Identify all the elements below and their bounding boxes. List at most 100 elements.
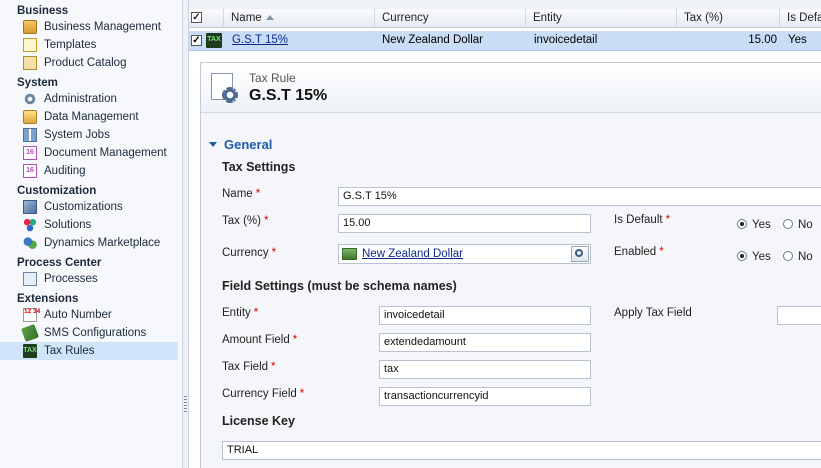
tax-settings-heading: Tax Settings — [222, 160, 296, 174]
column-header-label: Name — [231, 12, 262, 24]
solutions-icon — [23, 218, 37, 232]
sidebar-item-customizations[interactable]: Customizations — [0, 198, 182, 216]
sidebar-item-administration[interactable]: Administration — [0, 90, 182, 108]
currency-lookup[interactable]: New Zealand Dollar — [338, 244, 591, 264]
customizations-icon — [23, 200, 37, 214]
sidebar-item-document-management[interactable]: 16 Document Management — [0, 144, 182, 162]
sidebar-item-label: Processes — [44, 273, 98, 285]
sidebar-item-label: System Jobs — [44, 129, 110, 141]
select-all-column[interactable]: ✓ — [189, 9, 224, 28]
required-mark: * — [271, 361, 276, 373]
tax-field[interactable]: tax — [379, 360, 591, 379]
sidebar-item-business-management[interactable]: Business Management — [0, 18, 182, 36]
product-catalog-icon — [23, 56, 37, 70]
select-all-checkbox[interactable]: ✓ — [191, 12, 202, 23]
record-title: G.S.T 15% — [249, 87, 328, 104]
sidebar-item-label: Templates — [44, 39, 97, 51]
license-key-heading: License Key — [222, 414, 295, 428]
data-management-icon — [23, 110, 37, 124]
record-form: Tax Rule G.S.T 15% General Tax Settings … — [200, 62, 821, 468]
column-header-name[interactable]: Name — [224, 9, 375, 28]
column-header-label: Tax (%) — [684, 12, 723, 24]
tax-field-label: Tax Field * — [222, 361, 276, 373]
required-mark: * — [271, 247, 277, 259]
row-name-link[interactable]: G.S.T 15% — [232, 31, 288, 50]
apply-tax-field-label: Apply Tax Field — [614, 307, 692, 319]
row-tax: 15.00 — [748, 34, 777, 46]
enabled-label: Enabled * — [614, 246, 664, 258]
search-icon — [575, 249, 583, 257]
lookup-search-button[interactable] — [571, 246, 589, 262]
column-header-currency[interactable]: Currency — [375, 9, 526, 28]
name-label: Name * — [222, 188, 261, 200]
system-jobs-icon — [23, 128, 37, 142]
table-row[interactable]: ✓ TAX G.S.T 15% New Zealand Dollar invoi… — [189, 31, 821, 51]
row-checkbox[interactable]: ✓ — [191, 35, 202, 46]
processes-icon — [23, 272, 37, 286]
currency-lookup-link[interactable]: New Zealand Dollar — [362, 246, 463, 263]
nav-group-title: System — [17, 77, 58, 89]
sidebar-item-label: SMS Configurations — [44, 327, 147, 339]
column-header-label: Currency — [382, 12, 429, 24]
tax-percent-field[interactable]: 15.00 — [338, 214, 591, 233]
sidebar-item-system-jobs[interactable]: System Jobs — [0, 126, 182, 144]
sidebar-item-product-catalog[interactable]: Product Catalog — [0, 54, 182, 72]
is-default-yes-radio[interactable]: Yes — [737, 219, 771, 231]
column-header-tax[interactable]: Tax (%) — [677, 9, 780, 28]
splitter-grip[interactable] — [184, 396, 187, 414]
sidebar-item-label: Data Management — [44, 111, 139, 123]
business-management-icon — [23, 20, 37, 34]
sidebar-item-auto-number[interactable]: 12 34 Auto Number — [0, 306, 182, 324]
tax-percent-label: Tax (%) * — [222, 215, 269, 227]
nav-group-title: Customization — [17, 185, 97, 197]
column-header-label: Entity — [533, 12, 562, 24]
currency-label: Currency * — [222, 247, 277, 259]
sidebar-item-data-management[interactable]: Data Management — [0, 108, 182, 126]
apply-tax-field[interactable] — [777, 306, 821, 325]
license-key-field[interactable]: TRIAL — [222, 441, 821, 460]
column-header-is-default[interactable]: Is Defa — [780, 9, 821, 28]
gear-icon — [23, 92, 37, 106]
entity-field[interactable]: invoicedetail — [379, 306, 591, 325]
sidebar-item-label: Customizations — [44, 201, 123, 213]
sidebar-item-label: Document Management — [44, 147, 167, 159]
currency-field[interactable]: transactioncurrencyid — [379, 387, 591, 406]
section-title: General — [224, 137, 273, 152]
grid-header: ✓ Name Currency Entity Tax (%) Is Defa — [189, 0, 821, 28]
records-grid: ✓ Name Currency Entity Tax (%) Is Defa ✓… — [189, 0, 821, 56]
sidebar-item-sms-configurations[interactable]: SMS Configurations — [0, 324, 182, 342]
row-entity: invoicedetail — [534, 34, 598, 46]
entity-label: Entity * — [222, 307, 259, 319]
marketplace-icon — [23, 236, 37, 250]
required-mark: * — [253, 307, 259, 319]
enabled-yes-radio[interactable]: Yes — [737, 251, 771, 263]
name-field[interactable]: G.S.T 15% — [338, 187, 821, 206]
tax-icon: TAX — [206, 33, 222, 48]
required-mark: * — [255, 188, 261, 200]
sidebar-item-processes[interactable]: Processes — [0, 270, 182, 288]
enabled-no-radio[interactable]: No — [783, 251, 813, 263]
required-mark: * — [665, 214, 671, 226]
sidebar-item-dynamics-marketplace[interactable]: Dynamics Marketplace — [0, 234, 182, 252]
sidebar-item-label: Tax Rules — [44, 345, 95, 357]
sidebar-item-solutions[interactable]: Solutions — [0, 216, 182, 234]
sidebar-item-tax-rules[interactable]: TAX Tax Rules — [0, 342, 178, 360]
column-header-entity[interactable]: Entity — [526, 9, 677, 28]
auto-number-icon: 12 34 — [23, 308, 40, 322]
column-header-label: Is Defa — [787, 12, 821, 24]
sidebar-item-auditing[interactable]: 16 Auditing — [0, 162, 182, 180]
section-general-toggle[interactable]: General — [209, 137, 272, 152]
currency-icon — [342, 248, 357, 260]
sidebar-item-templates[interactable]: Templates — [0, 36, 182, 54]
required-mark: * — [292, 334, 298, 346]
sidebar-item-label: Dynamics Marketplace — [44, 237, 161, 249]
sms-icon — [21, 324, 39, 342]
is-default-no-radio[interactable]: No — [783, 219, 813, 231]
amount-field[interactable]: extendedamount — [379, 333, 591, 352]
sidebar-item-label: Administration — [44, 93, 117, 105]
sidebar-item-label: Auditing — [44, 165, 86, 177]
radio-unselected-icon — [783, 219, 793, 229]
row-currency: New Zealand Dollar — [382, 34, 483, 46]
is-default-label: Is Default * — [614, 214, 671, 226]
pane-splitter[interactable] — [183, 0, 189, 468]
